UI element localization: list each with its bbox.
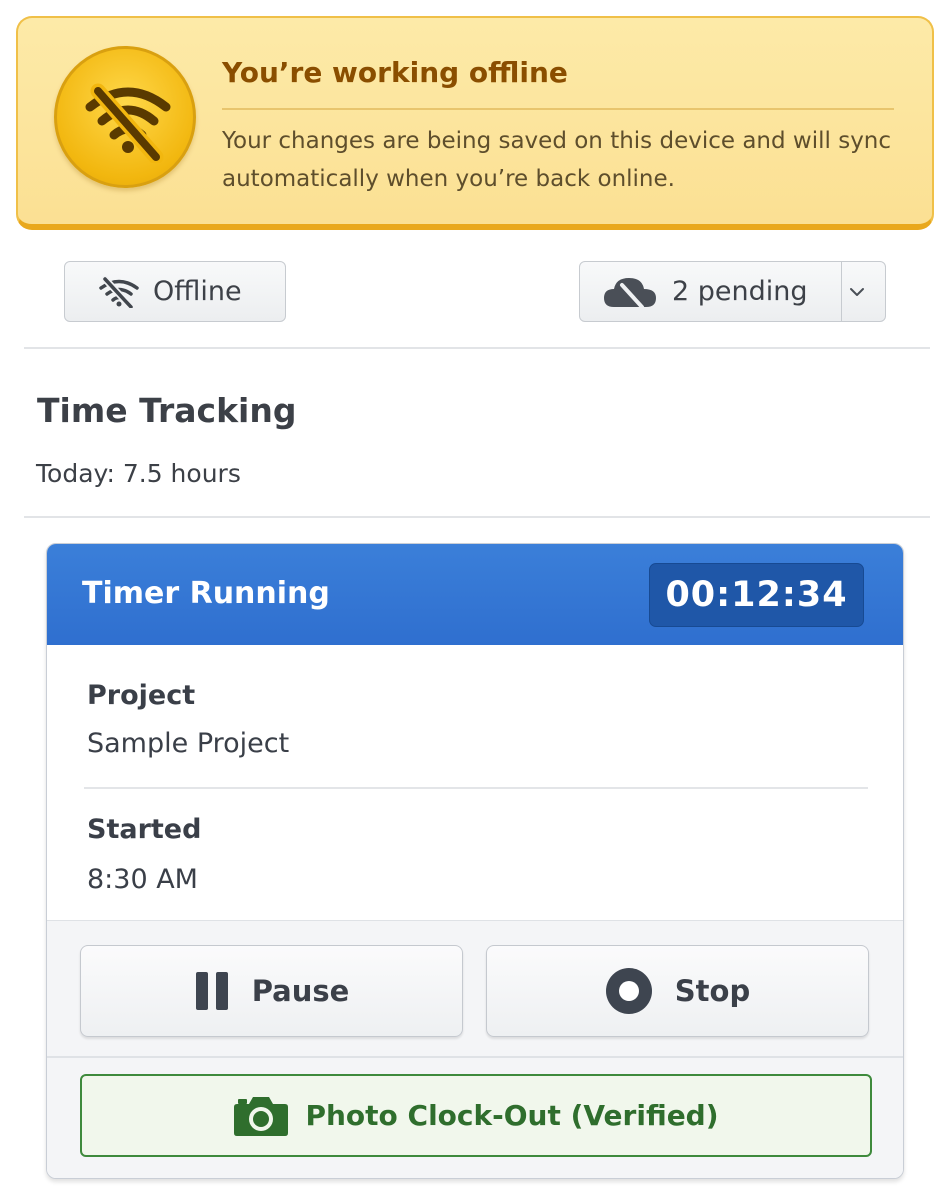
photo-clock-out-button[interactable]: Photo Clock-Out (Verified): [80, 1074, 872, 1157]
stop-label: Stop: [674, 974, 751, 1008]
started-value: 8:30 AM: [87, 864, 198, 895]
pause-label: Pause: [251, 974, 350, 1008]
started-label: Started: [87, 814, 202, 845]
today-hours: Today: 7.5 hours: [36, 459, 241, 488]
banner-divider: [222, 108, 894, 110]
timer-title: Timer Running: [82, 576, 330, 611]
banner-title: You’re working offline: [222, 56, 568, 89]
pause-icon: [195, 972, 228, 1010]
chevron-down-icon[interactable]: [841, 262, 885, 321]
actions-divider: [47, 1056, 903, 1058]
pending-label: 2 pending: [672, 276, 808, 307]
wifi-off-icon: [54, 46, 196, 188]
page-title: Time Tracking: [37, 391, 297, 430]
camera-icon: [234, 1096, 289, 1136]
pause-button[interactable]: Pause: [80, 945, 463, 1037]
offline-label: Offline: [153, 276, 242, 307]
stop-icon: [605, 968, 652, 1014]
pending-sync-button[interactable]: 2 pending: [579, 261, 886, 322]
timer-actions: Pause Stop Photo Clock-Out (Verified): [47, 920, 903, 1178]
cloud-off-icon: [604, 277, 656, 309]
timer-card: Timer Running 00:12:34 Project Sample Pr…: [46, 543, 904, 1179]
section-divider: [24, 347, 930, 349]
offline-status-button[interactable]: Offline: [64, 261, 286, 322]
project-value: Sample Project: [87, 728, 290, 759]
section-divider: [24, 516, 930, 518]
offline-banner: You’re working offline Your changes are …: [16, 16, 934, 230]
field-divider: [84, 787, 868, 789]
photo-clock-out-label: Photo Clock-Out (Verified): [305, 1099, 719, 1132]
stop-button[interactable]: Stop: [486, 945, 869, 1037]
timer-header: Timer Running 00:12:34: [47, 544, 903, 645]
project-label: Project: [87, 680, 196, 711]
banner-message: Your changes are being saved on this dev…: [222, 128, 892, 192]
elapsed-time: 00:12:34: [649, 563, 864, 627]
wifi-off-icon: [99, 275, 139, 308]
